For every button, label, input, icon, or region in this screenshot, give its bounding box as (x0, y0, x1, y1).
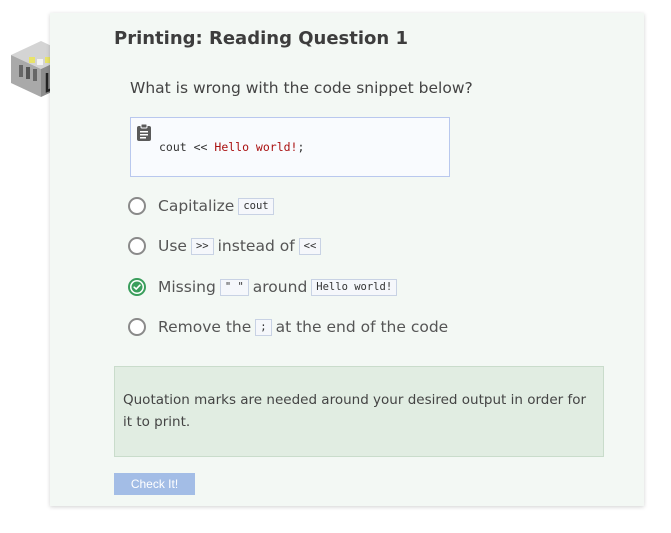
option-code: << (298, 237, 322, 255)
radio-button[interactable] (128, 318, 146, 336)
option-code: cout (238, 197, 274, 215)
option-code: >> (190, 237, 214, 255)
option-remove-semicolon[interactable]: Remove the ; at the end of the code (128, 317, 448, 337)
feedback-box: Quotation marks are needed around your d… (114, 366, 604, 457)
option-code: Hello world! (311, 278, 398, 296)
code-suffix: ; (297, 140, 305, 154)
option-text: Use (158, 237, 187, 255)
option-capitalize[interactable]: Capitalize cout (128, 196, 278, 216)
option-text: Remove the (158, 318, 252, 336)
option-code: ; (255, 318, 272, 336)
check-circle-icon (131, 281, 143, 293)
feedback-text: Quotation marks are needed around your d… (123, 392, 587, 430)
radio-button[interactable] (128, 237, 146, 255)
radio-button[interactable] (128, 197, 146, 215)
page-title: Printing: Reading Question 1 (114, 28, 409, 49)
option-text: around (252, 278, 308, 296)
code-prefix: cout << (159, 140, 215, 154)
option-use-operator[interactable]: Use >> instead of << (128, 236, 325, 256)
code-string: Hello world! (214, 140, 298, 154)
question-prompt: What is wrong with the code snippet belo… (130, 79, 473, 97)
option-text: instead of (217, 237, 295, 255)
code-snippet: cout << Hello world!; (130, 117, 450, 177)
option-text: at the end of the code (275, 318, 449, 336)
option-code: " " (219, 278, 249, 296)
code-line: cout << Hello world!; (159, 140, 304, 154)
radio-button-checked[interactable] (128, 278, 146, 296)
check-it-button[interactable]: Check It! (114, 473, 195, 495)
option-text: Missing (158, 278, 216, 296)
option-text: Capitalize (158, 197, 235, 215)
option-missing-quotes[interactable]: Missing " " around Hello world! (128, 277, 401, 297)
clipboard-icon[interactable] (136, 123, 152, 141)
